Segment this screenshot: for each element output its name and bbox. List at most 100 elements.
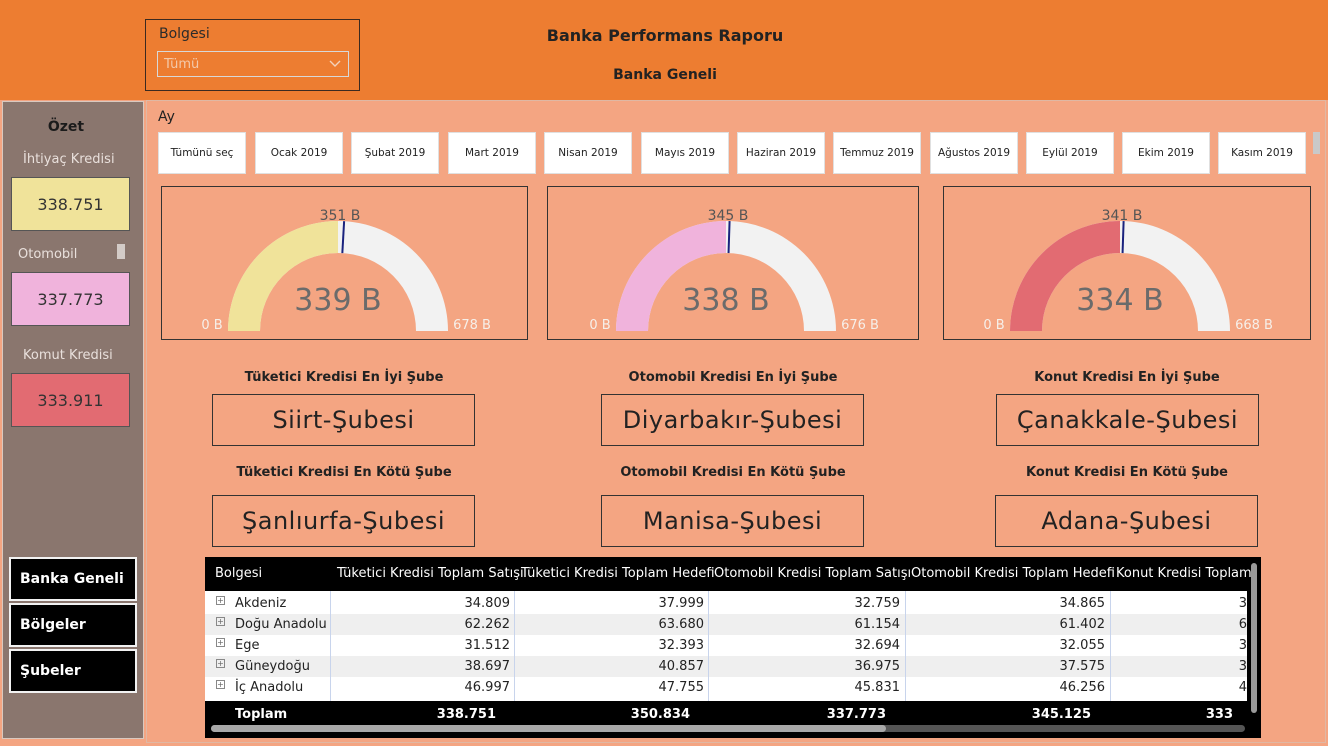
table-row[interactable]: + Güneydoğu 38.697 40.857 36.975 37.575 …: [205, 656, 1247, 677]
total-value: 350.834: [630, 707, 690, 722]
total-label: Toplam: [235, 707, 288, 722]
cell-value: 61.154: [854, 617, 901, 632]
column-divider: [905, 591, 906, 701]
gauge-max-label: 668 B: [1235, 318, 1273, 333]
kpi-label-auto: Otomobil: [18, 247, 78, 262]
nav-button-bolgeler[interactable]: Bölgeler: [9, 603, 137, 647]
cell-region: İç Anadolu: [235, 680, 304, 695]
total-value: 333: [1205, 707, 1233, 722]
cell-value: 31.512: [464, 638, 511, 653]
expand-icon[interactable]: +: [216, 659, 225, 668]
region-dropdown[interactable]: Tümü: [157, 51, 349, 77]
cell-value: 61.402: [1059, 617, 1106, 632]
best-mortgage-branch: Çanakkale-Şubesi: [996, 394, 1259, 446]
report-header: Bolgesi Tümü Banka Performans Raporu Ban…: [0, 0, 1328, 100]
column-divider: [1110, 591, 1111, 701]
expand-icon[interactable]: +: [216, 617, 225, 626]
month-chip-mar[interactable]: Mart 2019: [448, 132, 536, 174]
month-chip-jun[interactable]: Haziran 2019: [737, 132, 825, 174]
best-auto-title: Otomobil Kredisi En İyi Şube: [628, 370, 838, 385]
month-chip-jul[interactable]: Temmuz 2019: [833, 132, 921, 174]
cell-value: 32.694: [854, 638, 901, 653]
column-header-consumer-sales[interactable]: Tüketici Kredisi Toplam Satışı: [337, 566, 524, 581]
nav-button-subeler[interactable]: Şubeler: [9, 649, 137, 693]
kpi-consumer-card: 338.751: [11, 177, 130, 231]
column-header-consumer-target[interactable]: Tüketici Kredisi Toplam Hedefi: [521, 566, 715, 581]
gauge-target-marker: [727, 221, 731, 254]
total-value: 337.773: [826, 707, 886, 722]
worst-mortgage-title: Konut Kredisi En Kötü Şube: [1026, 465, 1228, 480]
column-header-mortgage[interactable]: Konut Kredisi Toplam: [1116, 566, 1252, 581]
expand-icon[interactable]: +: [216, 596, 225, 605]
cell-value: 38.697: [464, 659, 511, 674]
expand-icon[interactable]: +: [216, 680, 225, 689]
region-slicer: Bolgesi Tümü: [145, 19, 360, 91]
cell-value: 3: [1238, 638, 1247, 653]
table-header: Bolgesi Tüketici Kredisi Toplam Satışı T…: [205, 557, 1261, 591]
month-chip-jan[interactable]: Ocak 2019: [255, 132, 343, 174]
cell-value: 4: [1238, 680, 1247, 695]
best-auto-branch: Diyarbakır-Şubesi: [601, 394, 864, 446]
column-divider: [330, 591, 331, 701]
worst-consumer-branch: Şanlıurfa-Şubesi: [212, 495, 475, 547]
cell-value: 32.393: [658, 638, 705, 653]
gauge-target-label: 345 B: [708, 208, 749, 224]
cell-value: 40.857: [658, 659, 705, 674]
cell-value: 62.262: [464, 617, 511, 632]
gauge-card-auto: 338 B 345 B 0 B 676 B: [547, 186, 919, 340]
gauge-target-label: 341 B: [1102, 208, 1143, 224]
gauge-min-label: 0 B: [201, 318, 222, 333]
region-dropdown-value: Tümü: [164, 57, 200, 72]
month-chip-may[interactable]: Mayıs 2019: [641, 132, 729, 174]
chevron-down-icon: [329, 60, 341, 67]
cell-value: 63.680: [658, 617, 705, 632]
cell-region: Akdeniz: [235, 596, 287, 611]
month-chip-feb[interactable]: Şubat 2019: [351, 132, 439, 174]
cell-region: Güneydoğu: [235, 659, 310, 674]
page-subtitle: Banka Geneli: [613, 67, 717, 83]
nav-button-banka-geneli[interactable]: Banka Geneli: [9, 557, 137, 601]
report-title: Banka Performans Raporu: [546, 26, 784, 45]
total-value: 345.125: [1031, 707, 1091, 722]
table-vertical-scrollbar[interactable]: [1251, 563, 1257, 713]
gauge-consumer: 339 B 351 B 0 B 678 B: [201, 208, 491, 333]
month-slicer-scrollbar[interactable]: [1313, 132, 1320, 154]
kpi-label-consumer: İhtiyaç Kredisi: [23, 152, 115, 167]
month-chip-sep[interactable]: Eylül 2019: [1026, 132, 1114, 174]
table-row[interactable]: + Ege 31.512 32.393 32.694 32.055 3: [205, 635, 1247, 656]
best-consumer-title: Tüketici Kredisi En İyi Şube: [244, 370, 444, 385]
expand-icon[interactable]: +: [216, 638, 225, 647]
summary-title: Özet: [47, 119, 85, 135]
worst-consumer-title: Tüketici Kredisi En Kötü Şube: [236, 465, 452, 480]
region-slicer-label: Bolgesi: [159, 26, 210, 42]
total-value: 338.751: [436, 707, 496, 722]
month-chip-nov[interactable]: Kasım 2019: [1218, 132, 1306, 174]
column-header-region[interactable]: Bolgesi: [215, 566, 262, 581]
column-divider: [514, 591, 515, 701]
gauge-max-label: 676 B: [841, 318, 879, 333]
table-horizontal-scrollbar[interactable]: [211, 725, 1245, 732]
table-row[interactable]: + Doğu Anadolu 62.262 63.680 61.154 61.4…: [205, 614, 1247, 635]
month-chip-oct[interactable]: Ekim 2019: [1122, 132, 1210, 174]
table-row[interactable]: + Akdeniz 34.809 37.999 32.759 34.865 3: [205, 593, 1247, 614]
month-chip-aug[interactable]: Ağustos 2019: [930, 132, 1018, 174]
table-row[interactable]: + İç Anadolu 46.997 47.755 45.831 46.256…: [205, 677, 1247, 698]
cell-value: 3: [1238, 596, 1247, 611]
cell-value: 37.575: [1059, 659, 1106, 674]
gauge-auto: 338 B 345 B 0 B 676 B: [589, 208, 879, 333]
worst-auto-title: Otomobil Kredisi En Kötü Şube: [620, 465, 846, 480]
column-header-auto-sales[interactable]: Otomobil Kredisi Toplam Satışı: [714, 566, 911, 581]
month-chip-all[interactable]: Tümünü seç: [158, 132, 246, 174]
column-header-auto-target[interactable]: Otomobil Kredisi Toplam Hedefi: [911, 566, 1115, 581]
cell-value: 34.809: [464, 596, 511, 611]
cell-value: 32.055: [1059, 638, 1106, 653]
cell-value: 32.759: [854, 596, 901, 611]
month-chip-apr[interactable]: Nisan 2019: [544, 132, 632, 174]
best-mortgage-title: Konut Kredisi En İyi Şube: [1034, 370, 1220, 385]
scrollbar-thumb[interactable]: [211, 725, 886, 732]
gauge-card-consumer: 339 B 351 B 0 B 678 B: [161, 186, 528, 340]
table-body: + Akdeniz 34.809 37.999 32.759 34.865 3 …: [205, 591, 1247, 701]
kpi-mortgage-card: 333.911: [11, 373, 130, 427]
gauge-max-label: 678 B: [453, 318, 491, 333]
cell-value: 47.755: [658, 680, 705, 695]
